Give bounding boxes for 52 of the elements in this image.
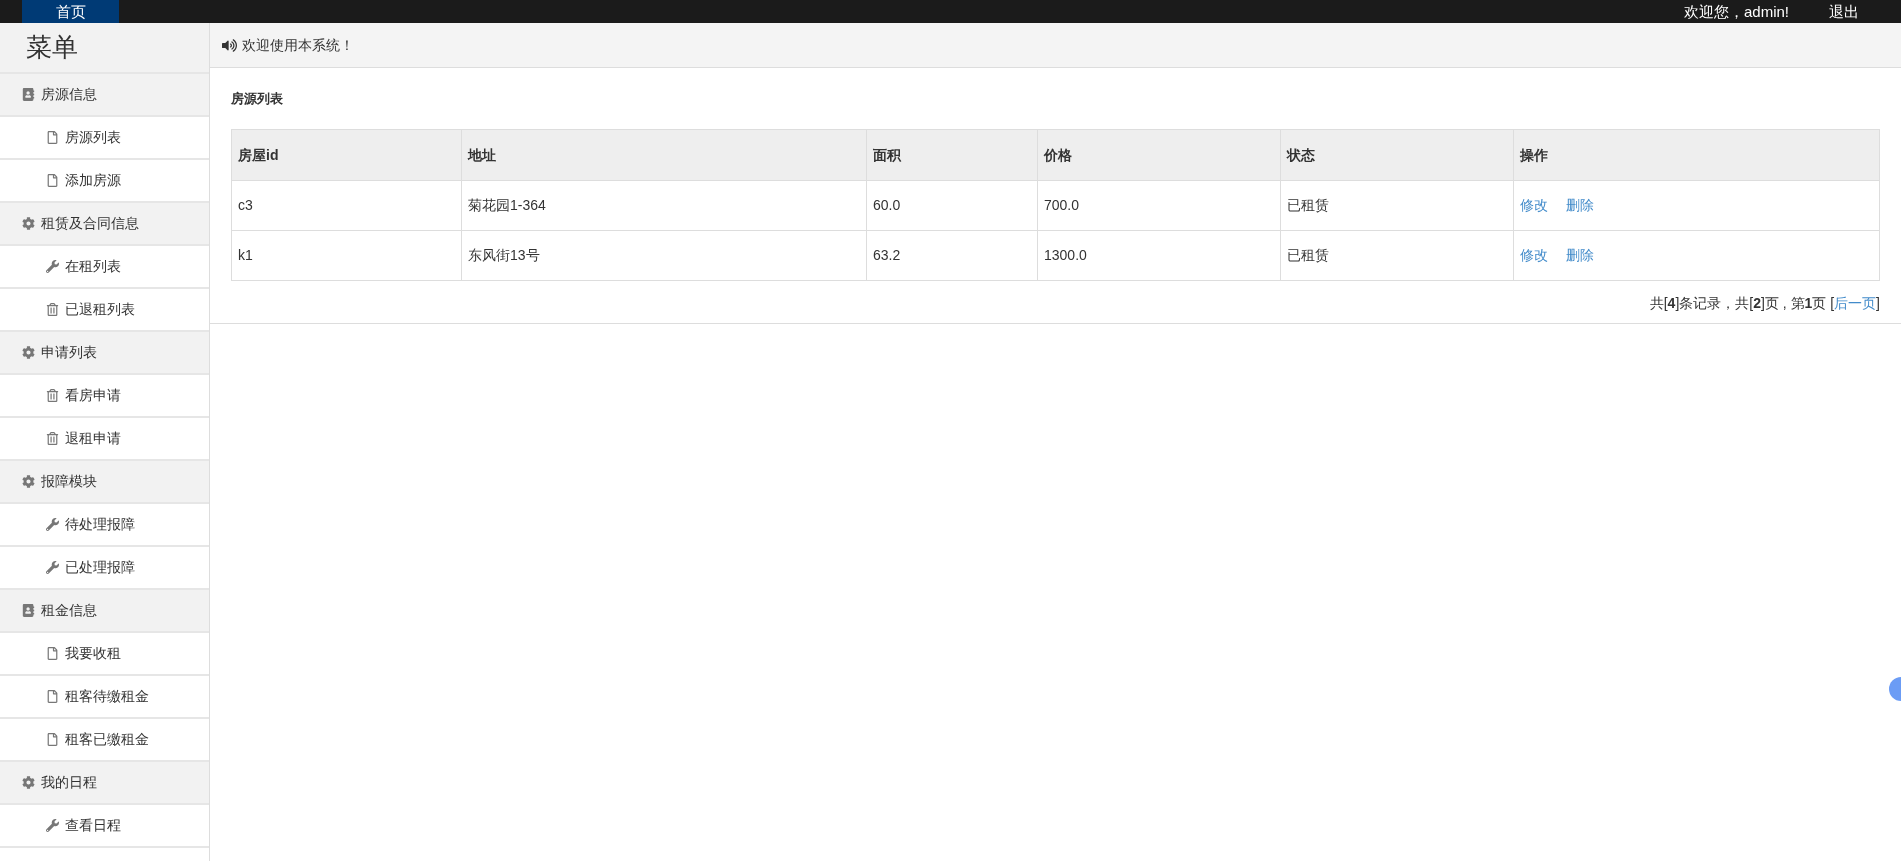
edit-link[interactable]: 修改 — [1520, 195, 1548, 216]
file-icon — [46, 131, 59, 144]
speaker-icon — [222, 37, 237, 53]
column-header: 面积 — [866, 129, 1038, 181]
table-cell: 菊花园1-364 — [461, 180, 867, 231]
column-header: 房屋id — [231, 129, 462, 181]
table-cell: 63.2 — [866, 230, 1038, 281]
file-icon — [46, 647, 59, 660]
column-header: 地址 — [461, 129, 867, 181]
sidebar-group[interactable]: 我的日程 — [0, 762, 209, 805]
sidebar-group[interactable]: 房源信息 — [0, 74, 209, 117]
table-cell: 已租赁 — [1280, 230, 1514, 281]
trash-icon — [46, 389, 59, 402]
gear-icon — [22, 217, 35, 230]
trash-icon — [46, 432, 59, 445]
sidebar-group[interactable]: 报障模块 — [0, 461, 209, 504]
table-cell: 60.0 — [866, 180, 1038, 231]
pagination-summary: 共[4]条记录，共[2]页 , 第1页 [后一页] — [1649, 294, 1880, 313]
wrench-icon — [46, 518, 59, 531]
table-cell: c3 — [231, 180, 462, 231]
delete-link[interactable]: 删除 — [1566, 245, 1594, 266]
address-book-icon — [22, 88, 35, 101]
file-icon — [46, 174, 59, 187]
sidebar-group[interactable]: 申请列表 — [0, 332, 209, 375]
table-cell: k1 — [231, 230, 462, 281]
table-cell: 东风街13号 — [461, 230, 867, 281]
gear-icon — [22, 346, 35, 359]
sidebar-group[interactable]: 租金信息 — [0, 590, 209, 633]
trash-icon — [46, 303, 59, 316]
greeting-text: 欢迎您，admin! — [1683, 2, 1789, 21]
home-tab[interactable]: 首页 — [22, 0, 119, 23]
column-header: 价格 — [1037, 129, 1281, 181]
column-header: 状态 — [1280, 129, 1514, 181]
sidebar-group[interactable]: 租赁及合同信息 — [0, 203, 209, 246]
gear-icon — [22, 475, 35, 488]
sidebar-title: 菜单 — [26, 31, 78, 64]
wrench-icon — [46, 260, 59, 273]
address-book-icon — [22, 604, 35, 617]
delete-link[interactable]: 删除 — [1566, 195, 1594, 216]
table-cell: 1300.0 — [1037, 230, 1281, 281]
file-icon — [46, 690, 59, 703]
table-cell: 已租赁 — [1280, 180, 1514, 231]
wrench-icon — [46, 561, 59, 574]
logout-link[interactable]: 退出 — [1829, 2, 1859, 21]
wrench-icon — [46, 819, 59, 832]
file-icon — [46, 733, 59, 746]
notice-text: 欢迎使用本系统！ — [242, 35, 354, 55]
column-header: 操作 — [1513, 129, 1880, 181]
panel-title: 房源列表 — [231, 89, 283, 108]
gear-icon — [22, 776, 35, 789]
edit-link[interactable]: 修改 — [1520, 245, 1548, 266]
table-cell: 700.0 — [1037, 180, 1281, 231]
